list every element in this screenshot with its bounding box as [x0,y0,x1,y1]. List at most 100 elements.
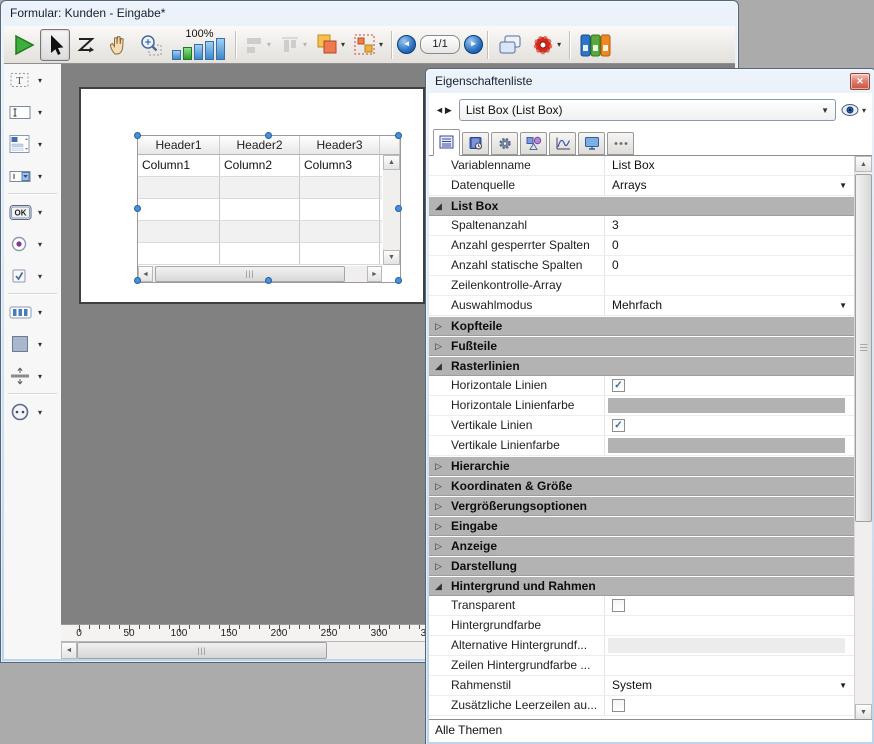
scrollbar-thumb[interactable]: ||| [155,266,345,282]
tool-dropdown-arrow[interactable]: ▾ [38,76,42,85]
property-row[interactable]: Transparent [429,596,872,616]
page-indicator[interactable]: 1/1 [420,35,460,54]
button-tool[interactable]: OK▾ [4,196,61,228]
object-selector-combobox[interactable]: List Box (List Box) ▼ [459,99,836,121]
property-value[interactable]: 3 [606,216,855,235]
listbox-row[interactable] [138,199,382,221]
scroll-down-icon[interactable]: ▼ [855,704,872,720]
zoom-tool-button[interactable] [134,29,168,61]
property-section-collapsed[interactable]: ▷Vergrößerungsoptionen [429,496,872,516]
tool-dropdown-arrow[interactable]: ▾ [38,172,42,181]
settings-button[interactable]: ▾ [527,29,565,61]
property-section-collapsed[interactable]: ▷Fußteile [429,336,872,356]
property-row[interactable]: Zeilen Hintergrundfarbe ... [429,656,872,676]
property-row[interactable]: Alternative Hintergrundf... [429,636,872,656]
prev-page-button[interactable]: ◄ [397,35,416,54]
selection-handle[interactable] [134,205,141,212]
scrollbar-thumb[interactable]: ||| [855,174,872,522]
property-section-expanded[interactable]: ◢Rasterlinien [429,356,872,376]
tool-dropdown-arrow[interactable]: ▾ [38,372,42,381]
property-value[interactable]: 0 [606,256,855,275]
checkbox-checked[interactable]: ✓ [612,379,625,392]
selection-handle[interactable] [134,132,141,139]
checkbox-unchecked[interactable] [612,599,625,612]
tab-order-button[interactable] [70,29,102,61]
listbox-row[interactable]: Column1Column2Column3 [138,155,382,177]
arrange-dropdown-arrow[interactable]: ▾ [341,40,345,49]
listbox-row[interactable] [138,221,382,243]
property-value[interactable] [606,396,855,415]
tool-dropdown-arrow[interactable]: ▾ [38,208,42,217]
property-row[interactable]: RahmenstilSystem▼ [429,676,872,696]
property-value[interactable] [606,636,855,655]
radio-button-tool[interactable]: ▾ [4,228,61,260]
settings-dropdown-arrow[interactable]: ▾ [557,40,561,49]
selection-handle[interactable] [134,277,141,284]
property-row[interactable]: Vertikale Linienfarbe [429,436,872,456]
property-section-collapsed[interactable]: ▷Darstellung [429,556,872,576]
selection-handle[interactable] [395,277,402,284]
toolbar-tool[interactable]: ▾ [4,296,61,328]
property-value[interactable] [606,276,855,295]
combo-box-tool[interactable]: ▾ [4,160,61,192]
objects-shapes-tab[interactable] [520,132,547,155]
listbox-row[interactable] [138,243,382,265]
next-page-button[interactable]: ► [464,35,483,54]
selection-frame-button[interactable]: ▾ [349,29,387,61]
list-box-tool[interactable]: ▾ [4,128,61,160]
property-row[interactable]: Vertikale Linien✓ [429,416,872,436]
property-value[interactable]: Mehrfach▼ [606,296,855,315]
close-icon[interactable]: ✕ [850,73,870,90]
checkbox-checked[interactable]: ✓ [612,419,625,432]
property-section-collapsed[interactable]: ▷Kopfteile [429,316,872,336]
arrange-button[interactable]: ▾ [311,29,349,61]
settings-gear-tab[interactable] [491,132,518,155]
property-section-expanded[interactable]: ◢List Box [429,196,872,216]
property-value[interactable] [606,436,855,455]
pages-button[interactable] [493,29,527,61]
property-section-collapsed[interactable]: ▷Anzeige [429,536,872,556]
property-value[interactable] [606,616,855,635]
property-section-expanded[interactable]: ◢Hintergrund und Rahmen [429,576,872,596]
scroll-right-icon[interactable]: ► [367,266,382,282]
property-section-collapsed[interactable]: ▷Eingabe [429,516,872,536]
tool-dropdown-arrow[interactable]: ▾ [38,408,42,417]
object-nav-arrows[interactable]: ◄▶ [435,105,453,116]
value-dropdown-arrow[interactable]: ▼ [839,176,847,195]
checkbox-tool[interactable]: ▾ [4,260,61,292]
property-value[interactable]: ✓ [606,416,855,435]
property-value[interactable] [606,656,855,675]
listbox-widget[interactable]: Header1Header2Header3 Column1Column2Colu… [137,135,401,283]
checkbox-unchecked[interactable] [612,699,625,712]
socket-tool[interactable]: ▾ [4,396,61,428]
tool-dropdown-arrow[interactable]: ▾ [38,340,42,349]
label-tool[interactable]: T▾ [4,64,61,96]
splitter-tool[interactable]: ▾ [4,360,61,392]
select-tool-button[interactable] [40,29,70,61]
scroll-up-icon[interactable]: ▲ [383,155,400,170]
property-value[interactable]: Arrays▼ [606,176,855,195]
property-row[interactable]: Spaltenanzahl3 [429,216,872,236]
text-field-tool[interactable]: ▾ [4,96,61,128]
property-section-collapsed[interactable]: ▷Hierarchie [429,456,872,476]
visibility-filter-button[interactable]: ▾ [841,103,866,117]
tool-dropdown-arrow[interactable]: ▾ [38,140,42,149]
property-value[interactable]: 0 [606,236,855,255]
listbox-header-cell[interactable]: Header3 [300,136,380,154]
display-monitor-tab[interactable] [578,132,605,155]
value-dropdown-arrow[interactable]: ▼ [839,296,847,315]
pan-tool-button[interactable] [102,29,134,61]
listbox-header-cell[interactable]: Header2 [220,136,300,154]
property-row[interactable]: Horizontale Linienfarbe [429,396,872,416]
data-book-tab[interactable] [462,132,489,155]
listbox-row[interactable] [138,177,382,199]
property-row[interactable]: Horizontale Linien✓ [429,376,872,396]
scrollbar-thumb[interactable]: ||| [77,642,327,659]
tool-dropdown-arrow[interactable]: ▾ [38,308,42,317]
listbox-horizontal-scrollbar[interactable]: ◄ ||| ► [138,266,382,282]
visibility-dropdown-arrow[interactable]: ▾ [862,106,866,115]
property-value[interactable]: List Box [606,156,855,175]
tool-dropdown-arrow[interactable]: ▾ [38,108,42,117]
selection-handle[interactable] [395,132,402,139]
property-value[interactable] [606,696,855,715]
